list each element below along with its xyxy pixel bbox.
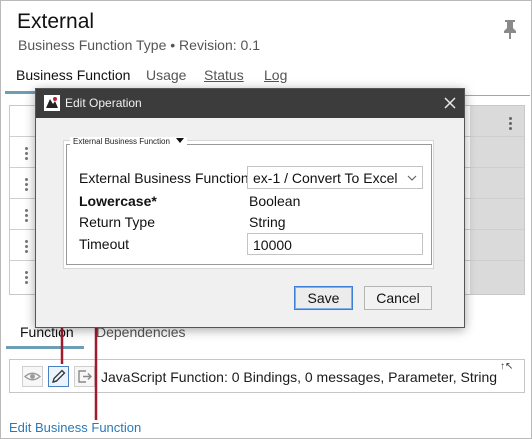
cancel-button[interactable]: Cancel — [364, 286, 432, 310]
drag-handle-icon[interactable] — [18, 207, 34, 223]
return-type-label: Return Type — [79, 214, 156, 230]
external-business-function-value: ex-1 / Convert To Excel — [253, 170, 398, 186]
tab-usage[interactable]: Usage — [146, 67, 186, 83]
pin-icon[interactable] — [501, 18, 519, 40]
drag-handle-icon[interactable] — [18, 238, 34, 254]
edit-function-button[interactable] — [48, 366, 69, 387]
edit-operation-dialog: Edit Operation External Business Functio… — [35, 88, 465, 328]
drag-handle-icon[interactable] — [18, 145, 34, 161]
dialog-title: Edit Operation — [65, 96, 142, 110]
field-group-legend[interactable]: External Business Function — [70, 137, 187, 146]
tab-log[interactable]: Log — [264, 67, 287, 83]
drag-handle-icon[interactable] — [18, 269, 34, 285]
chevron-down-icon — [407, 175, 417, 181]
edit-business-function-link[interactable]: Edit Business Function — [9, 420, 141, 435]
lowercase-label: Lowercase* — [79, 193, 157, 209]
view-button[interactable] — [22, 366, 43, 387]
eye-icon — [23, 372, 42, 381]
lowercase-value: Boolean — [249, 193, 301, 209]
timeout-value: 10000 — [253, 237, 292, 253]
caret-down-icon — [175, 138, 184, 143]
field-group-label: External Business Function — [73, 137, 170, 146]
timeout-label: Timeout — [79, 236, 130, 252]
tab-status[interactable]: Status — [204, 67, 244, 83]
app-logo-icon — [44, 95, 60, 111]
return-type-value: String — [249, 214, 286, 230]
function-summary: JavaScript Function: 0 Bindings, 0 messa… — [101, 369, 498, 385]
close-icon[interactable] — [440, 93, 460, 113]
external-business-function-label: External Business Function — [79, 170, 249, 186]
page-subtitle: Business Function Type • Revision: 0.1 — [18, 37, 260, 53]
timeout-input[interactable]: 10000 — [247, 233, 423, 255]
pencil-icon — [52, 369, 66, 383]
expand-icon[interactable]: ↑↖ — [500, 361, 513, 372]
more-vert-icon[interactable] — [505, 116, 515, 130]
drag-handle-icon[interactable] — [18, 176, 34, 192]
dialog-title-bar[interactable]: Edit Operation — [36, 89, 464, 118]
save-button[interactable]: Save — [294, 286, 353, 310]
page-title: External — [17, 10, 95, 33]
tab-business-function[interactable]: Business Function — [16, 67, 130, 83]
external-business-function-select[interactable]: ex-1 / Convert To Excel — [247, 166, 423, 189]
